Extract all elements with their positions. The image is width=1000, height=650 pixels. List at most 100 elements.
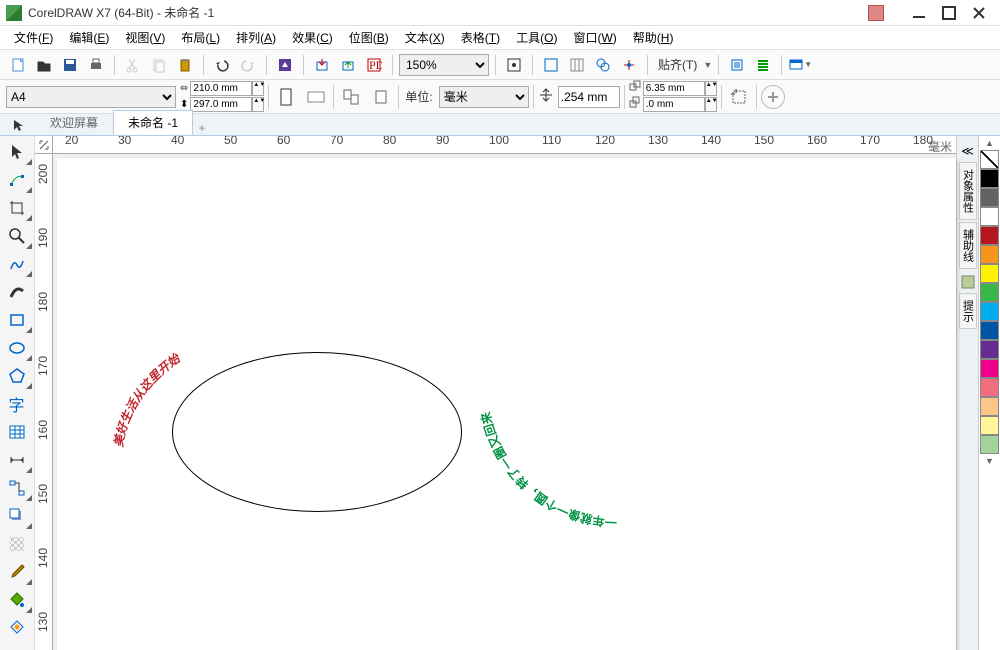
eyedropper-tool[interactable] [0, 558, 33, 586]
pick-tool[interactable] [0, 138, 33, 166]
table-tool[interactable] [0, 418, 33, 446]
transparency-tool[interactable] [0, 530, 33, 558]
color-swatch[interactable] [980, 264, 999, 283]
app-launcher-button[interactable] [751, 53, 775, 77]
search-content-button[interactable] [273, 53, 297, 77]
color-swatch[interactable] [980, 416, 999, 435]
cut-button[interactable] [121, 53, 145, 77]
ellipse-object[interactable] [172, 352, 462, 512]
color-swatch[interactable] [980, 283, 999, 302]
export-button[interactable] [336, 53, 360, 77]
ruler-origin-icon[interactable] [35, 136, 53, 154]
dup-y-input[interactable] [643, 97, 705, 112]
canvas[interactable]: 美好生活从这里开始 一年就像一个圆，转了一圈又回来 [57, 158, 956, 650]
tab-welcome[interactable]: 欢迎屏幕 [35, 110, 113, 135]
crop-to-page-button[interactable] [726, 84, 752, 110]
dynamic-guides-button[interactable] [617, 53, 641, 77]
open-button[interactable] [32, 53, 56, 77]
page-size-select[interactable]: A4 [6, 86, 176, 108]
text-tool[interactable]: 字 [0, 390, 33, 418]
landscape-button[interactable] [303, 84, 329, 110]
page-width-input[interactable] [190, 81, 252, 96]
menu-b[interactable]: 位图(B) [341, 26, 397, 49]
menu-x[interactable]: 文本(X) [397, 26, 453, 49]
user-avatar-icon[interactable] [868, 5, 884, 21]
docker-hints[interactable]: 提示 [959, 293, 977, 329]
rectangle-tool[interactable] [0, 306, 33, 334]
menu-c[interactable]: 效果(C) [284, 26, 341, 49]
color-swatch[interactable] [980, 435, 999, 454]
all-pages-button[interactable] [338, 84, 364, 110]
print-button[interactable] [84, 53, 108, 77]
color-swatch[interactable] [980, 302, 999, 321]
menu-w[interactable]: 窗口(W) [565, 26, 624, 49]
copy-button[interactable] [147, 53, 171, 77]
nudge-input[interactable] [558, 86, 620, 108]
save-button[interactable] [58, 53, 82, 77]
color-swatch[interactable] [980, 378, 999, 397]
show-rulers-button[interactable] [539, 53, 563, 77]
maximize-button[interactable] [936, 3, 962, 23]
menu-v[interactable]: 视图(V) [117, 26, 173, 49]
dup-x-input[interactable] [643, 81, 705, 96]
width-spinner[interactable]: ▲▼ [252, 81, 264, 96]
new-tab-button[interactable]: + [193, 121, 211, 135]
color-swatch[interactable] [980, 207, 999, 226]
tab-document[interactable]: 未命名 -1 [113, 110, 193, 135]
pick-tool-mini[interactable] [6, 115, 30, 135]
menu-l[interactable]: 布局(L) [173, 26, 228, 49]
color-swatch[interactable] [980, 226, 999, 245]
palette-up-arrow[interactable]: ▲ [979, 136, 1000, 150]
fullscreen-button[interactable] [502, 53, 526, 77]
polygon-tool[interactable] [0, 362, 33, 390]
palette-down-arrow[interactable]: ▼ [979, 454, 1000, 468]
smart-fill-tool[interactable] [0, 614, 33, 642]
window-options-button[interactable]: ▼ [788, 53, 812, 77]
color-swatch[interactable] [980, 340, 999, 359]
vertical-ruler[interactable]: 200190180170160150140130 [35, 154, 53, 650]
minimize-button[interactable] [906, 3, 932, 23]
color-swatch[interactable] [980, 397, 999, 416]
docker-guidelines[interactable]: 辅助线 [959, 222, 977, 269]
options-button[interactable] [725, 53, 749, 77]
ellipse-tool[interactable] [0, 334, 33, 362]
units-select[interactable]: 毫米 [439, 86, 529, 108]
shape-tool[interactable] [0, 166, 33, 194]
crop-tool[interactable] [0, 194, 33, 222]
portrait-button[interactable] [273, 84, 299, 110]
menu-a[interactable]: 排列(A) [228, 26, 284, 49]
new-button[interactable] [6, 53, 30, 77]
freehand-tool[interactable] [0, 250, 33, 278]
menu-o[interactable]: 工具(O) [508, 26, 565, 49]
height-spinner[interactable]: ▲▼ [252, 97, 264, 112]
redo-button[interactable] [236, 53, 260, 77]
publish-pdf-button[interactable]: PDF [362, 53, 386, 77]
color-swatch[interactable] [980, 359, 999, 378]
expand-docker-icon[interactable]: ≪ [959, 142, 977, 160]
docker-hint-icon[interactable] [959, 273, 977, 291]
menu-t[interactable]: 表格(T) [453, 26, 508, 49]
import-button[interactable] [310, 53, 334, 77]
add-preset-button[interactable] [761, 85, 785, 109]
drop-shadow-tool[interactable] [0, 502, 33, 530]
page-height-input[interactable] [190, 97, 252, 112]
menu-f[interactable]: 文件(F) [6, 26, 61, 49]
no-fill-swatch[interactable] [980, 150, 999, 169]
paste-button[interactable] [173, 53, 197, 77]
artistic-media-tool[interactable] [0, 278, 33, 306]
color-swatch[interactable] [980, 245, 999, 264]
menu-e[interactable]: 编辑(E) [61, 26, 117, 49]
connector-tool[interactable] [0, 474, 33, 502]
docker-object-props[interactable]: 对象属性 [959, 162, 977, 220]
zoom-select[interactable]: 150% [399, 54, 489, 76]
close-button[interactable] [966, 3, 992, 23]
dimension-tool[interactable] [0, 446, 33, 474]
zoom-tool[interactable] [0, 222, 33, 250]
snap-label[interactable]: 贴齐(T) [654, 56, 701, 73]
undo-button[interactable] [210, 53, 234, 77]
show-guides-button[interactable] [591, 53, 615, 77]
color-swatch[interactable] [980, 321, 999, 340]
interactive-fill-tool[interactable] [0, 586, 33, 614]
current-page-button[interactable] [368, 84, 394, 110]
horizontal-ruler[interactable]: 毫米 2030405060708090100110120130140150160… [35, 136, 956, 154]
